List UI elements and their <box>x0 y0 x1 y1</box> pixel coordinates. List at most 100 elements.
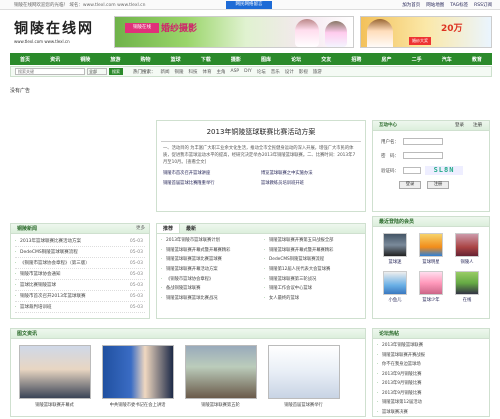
hot-keyword[interactable]: 音乐 <box>271 69 280 75</box>
nav-item[interactable]: 论坛 <box>281 56 311 63</box>
hot-keyword[interactable]: 设计 <box>285 69 294 75</box>
list-item[interactable]: 铜陵第12届人民代表大会篮球赛 <box>264 265 361 275</box>
tab-login[interactable]: 登录 <box>455 121 464 131</box>
hot-keyword[interactable]: 新闻 <box>161 69 170 75</box>
rss-link[interactable]: RSS订阅 <box>474 2 492 8</box>
hot-keyword[interactable]: 主角 <box>217 69 226 75</box>
photo-item[interactable]: 铜陵首届篮球赛举行 <box>266 345 341 408</box>
tab-member-center[interactable]: 互动中心 <box>379 121 397 131</box>
list-item[interactable]: 铜陵篮球联赛第三轮战况 <box>264 275 361 285</box>
message-link[interactable]: 网民网络留言 <box>226 1 272 9</box>
nav-item[interactable]: 图库 <box>251 56 281 63</box>
feature-body: 一、活动目的 为丰富广大职工业余文化生活，推动全市全民健身运动的深入开展，增强广… <box>163 146 356 165</box>
tab-latest[interactable]: 最新 <box>180 224 202 233</box>
hot-search-label: 热门搜索： <box>133 69 156 75</box>
search-button[interactable]: 搜索 <box>109 68 123 75</box>
photo-row: 铜陵篮球联赛开幕式 中共铜陵市委书记在会上讲话 铜陵篮球联赛第五轮 铜陵首届篮球… <box>11 339 365 408</box>
member-card[interactable]: 篮球迷 <box>377 233 413 265</box>
feature-link[interactable]: 博览篮球联赛之中实施办法 <box>261 170 359 176</box>
list-item[interactable]: 2013年篮球联赛比赛活动方案05-03 <box>15 236 145 247</box>
nav-item[interactable]: 二手 <box>402 56 432 63</box>
member-card[interactable]: 小鱼儿 <box>377 271 413 303</box>
list-item[interactable]: 2013年9月铜陵比赛 <box>377 370 485 380</box>
news-panel-header: 铜陵新闻 更多 <box>11 224 149 234</box>
list-item[interactable]: 铜陵篮球联赛开赛第五日战报全部 <box>264 236 361 246</box>
list-item[interactable]: 铜陵市首次召开2013年篮球联赛05-03 <box>15 291 145 302</box>
nav-item[interactable]: 房产 <box>372 56 402 63</box>
nav-item[interactable]: 首页 <box>10 56 40 63</box>
photo-item[interactable]: 铜陵篮球联赛第五轮 <box>183 345 258 408</box>
list-item[interactable]: 女人最终的篮球 <box>264 294 361 304</box>
login-button[interactable]: 登录 <box>399 181 421 189</box>
list-item[interactable]: 备战铜陵篮球联赛 <box>161 284 258 294</box>
member-card[interactable]: 篮球明星 <box>413 233 449 265</box>
list-item[interactable]: 铜陵篮球联赛开幕活动方案 <box>161 265 258 275</box>
sitemap-link[interactable]: 网站地图 <box>426 2 444 8</box>
hot-keyword[interactable]: ASP <box>231 69 240 74</box>
list-item[interactable]: 篮球联赛决赛 <box>377 408 485 418</box>
username-field[interactable] <box>403 138 443 145</box>
nav-item[interactable]: 教育 <box>462 56 492 63</box>
member-card[interactable]: 铜陵人 <box>449 233 485 265</box>
nav-item[interactable]: 汽车 <box>432 56 462 63</box>
captcha-field[interactable] <box>403 167 421 174</box>
feature-link[interactable]: 篮球教练员培训班开班 <box>261 180 359 186</box>
nav-item[interactable]: 摄影 <box>221 56 251 63</box>
wedding-banner[interactable]: 铜陵在线 婚纱摄影 <box>114 16 354 48</box>
hot-keyword[interactable]: 论坛 <box>257 69 266 75</box>
nav-item[interactable]: 资讯 <box>40 56 70 63</box>
list-item[interactable]: 2013年铜陵篮球联赛 <box>377 341 485 351</box>
photo-item[interactable]: 中共铜陵市委书记在会上讲话 <box>100 345 175 408</box>
hot-keyword[interactable]: 影视 <box>299 69 308 75</box>
hot-keyword[interactable]: 铜陵 <box>175 69 184 75</box>
list-item[interactable]: 《铜陵市篮球协会章程》（第三版）05-03 <box>15 258 145 269</box>
hot-keyword[interactable]: 体育 <box>203 69 212 75</box>
list-item[interactable]: 你不在我身边篮球场 <box>377 360 485 370</box>
search-scope-select[interactable]: 全部 <box>87 68 107 75</box>
nav-item[interactable]: 铜陵 <box>70 56 100 63</box>
list-item[interactable]: DedeCMS铜陵篮球联赛流程 <box>264 255 361 265</box>
feature-link[interactable]: 铜陵市首次召开篮球讲座 <box>163 170 261 176</box>
list-item[interactable]: 铜陵篮球联赛开赛战报 <box>377 351 485 361</box>
site-logo[interactable]: 铜陵在线网 www.tlexl.com www.tlexl.cn <box>10 14 110 50</box>
tab-recommended[interactable]: 推荐 <box>157 224 181 233</box>
search-input[interactable] <box>15 68 85 75</box>
nav-item[interactable]: 篮球 <box>161 56 191 63</box>
feature-title[interactable]: 2013年铜陵篮球联赛比赛活动方案 <box>157 127 365 137</box>
list-item[interactable]: 铜陵工作会议中心篮球 <box>264 284 361 294</box>
list-item[interactable]: 2013年铜陵市篮球联赛计划 <box>161 236 258 246</box>
nav-item[interactable]: 招聘 <box>341 56 371 63</box>
hot-keyword[interactable]: 科技 <box>189 69 198 75</box>
nav-item[interactable]: 下载 <box>191 56 221 63</box>
set-homepage-link[interactable]: 加为首页 <box>402 2 420 8</box>
register-button[interactable]: 注册 <box>427 181 449 189</box>
list-item[interactable]: 铜陵篮球联赛开幕式暨开幕赛精彩 <box>264 246 361 256</box>
list-item[interactable]: DedeCMS铜陵篮球联赛流程05-03 <box>15 247 145 258</box>
bridal-banner[interactable]: 20万 婚纱大奖 <box>360 16 492 48</box>
nav-item[interactable]: 购物 <box>131 56 161 63</box>
list-item[interactable]: 铜陵篮球联赛篮球比赛篮球赛 <box>161 255 258 265</box>
tag-link[interactable]: TAG标签 <box>450 2 468 8</box>
list-item[interactable]: 铜陵篮球联赛篮球比赛战况 <box>161 294 258 304</box>
hot-keyword[interactable]: DIY <box>244 69 252 74</box>
tab-register[interactable]: 注册 <box>473 121 482 131</box>
member-card[interactable]: 篮球少年 <box>413 271 449 303</box>
list-item[interactable]: 2013年9月铜陵比赛 <box>377 389 485 399</box>
list-item[interactable]: 篮球比赛铜陵篮球05-03 <box>15 280 145 291</box>
list-item[interactable]: 铜陵篮球联赛开幕式暨开幕赛精彩 <box>161 246 258 256</box>
member-card[interactable]: 在线 <box>449 271 485 303</box>
list-item[interactable]: 《铜陵市篮球协会章程》 <box>161 275 258 285</box>
list-item[interactable]: 铜陵市篮球协会通知05-03 <box>15 269 145 280</box>
nav-item[interactable]: 交友 <box>311 56 341 63</box>
logo-url: www.tlexl.com www.tlexl.cn <box>14 39 70 44</box>
nav-item[interactable]: 旅游 <box>100 56 130 63</box>
list-item[interactable]: 篮球裁判培训班05-03 <box>15 302 145 313</box>
captcha-image[interactable]: SL8N <box>425 166 463 175</box>
photo-item[interactable]: 铜陵篮球联赛开幕式 <box>17 345 92 408</box>
more-link[interactable]: 更多 <box>136 224 145 234</box>
feature-link[interactable]: 铜陵首届篮球比赛隆重举行 <box>163 180 261 186</box>
list-item[interactable]: 2013年9月铜陵比赛 <box>377 379 485 389</box>
password-field[interactable] <box>403 152 443 159</box>
list-item[interactable]: 铜陵篮球第12届活动 <box>377 398 485 408</box>
hot-keyword[interactable]: 旅游 <box>313 69 322 75</box>
